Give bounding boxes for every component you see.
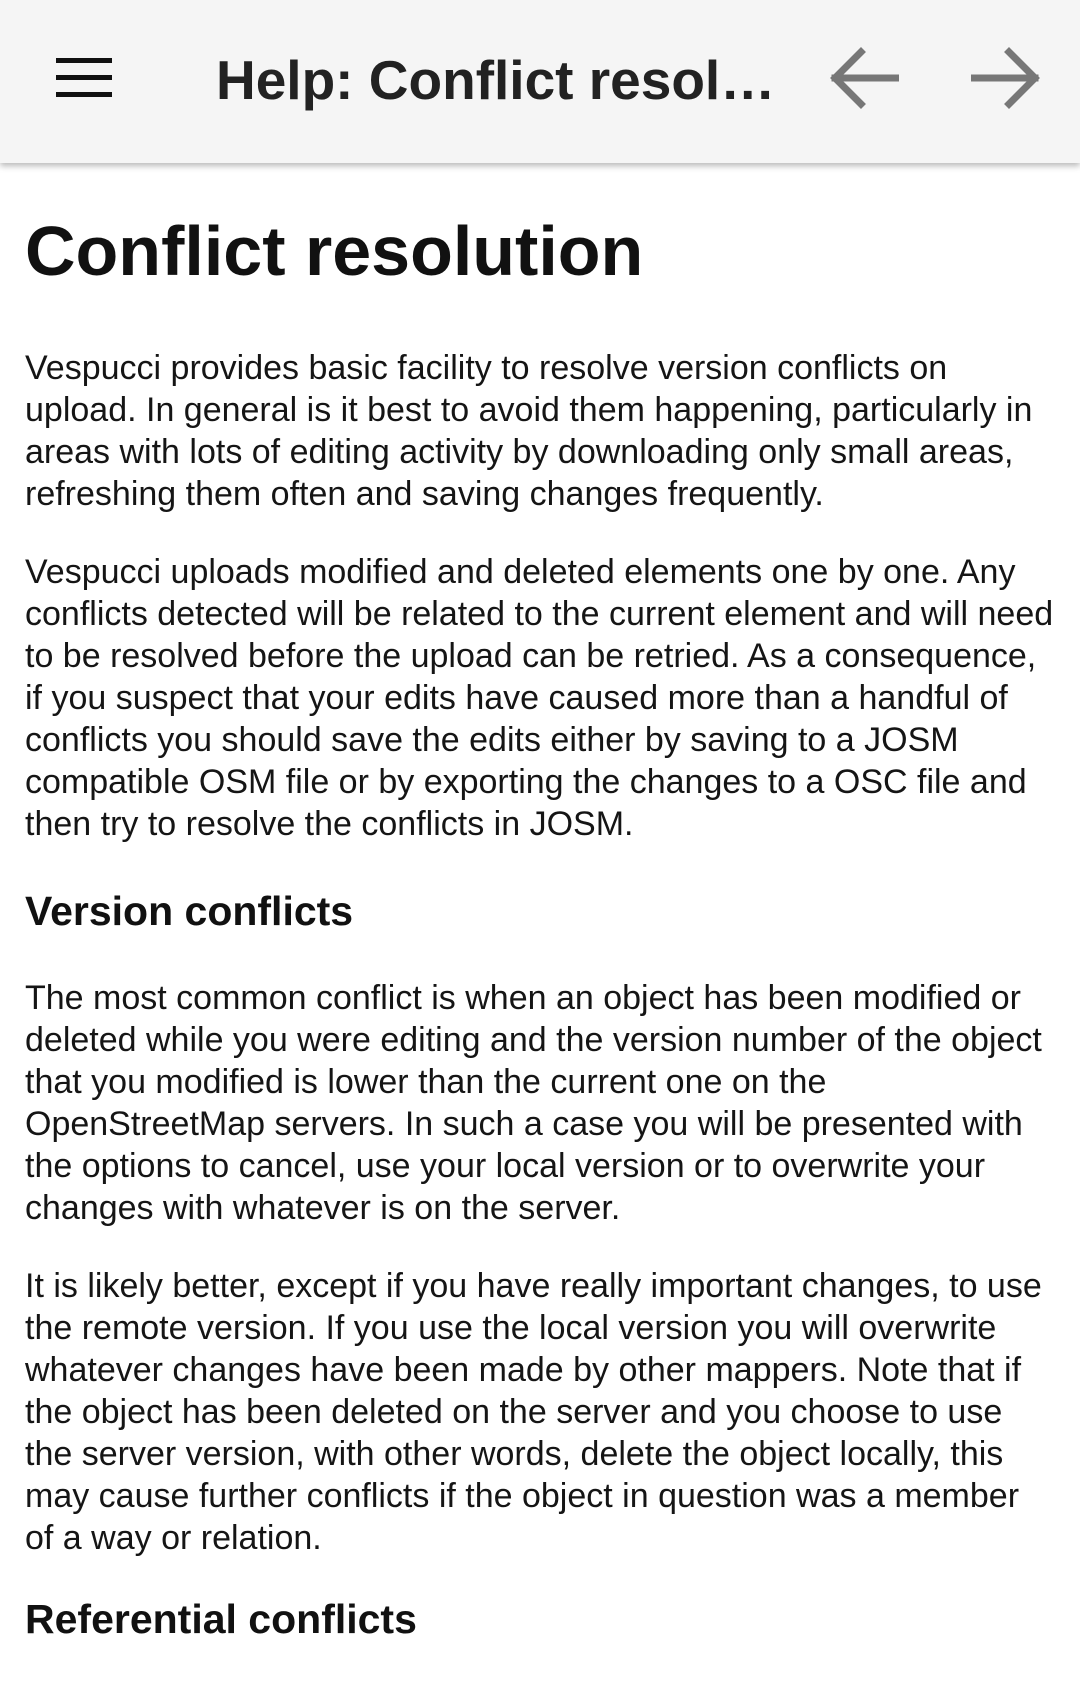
intro-paragraph: Vespucci provides basic facility to reso… <box>25 349 1033 513</box>
hamburger-menu-icon <box>56 57 112 103</box>
menu-button[interactable] <box>40 40 128 120</box>
upload-paragraph: Vespucci uploads modified and deleted el… <box>25 553 1054 843</box>
version-conflicts-heading: Version conflicts <box>25 888 354 934</box>
page-title: Help: Conflict resolution <box>216 49 776 111</box>
back-button[interactable] <box>818 38 908 122</box>
help-content[interactable]: Conflict resolution Vespucci provides ba… <box>0 163 1080 1699</box>
remote-version-paragraph: It is likely better, except if you have … <box>25 1267 1042 1557</box>
referential-conflicts-heading: Referential conflicts <box>25 1596 417 1642</box>
arrow-forward-icon <box>969 46 1043 115</box>
arrow-back-icon <box>827 46 901 115</box>
version-conflicts-paragraph: The most common conflict is when an obje… <box>25 979 1042 1227</box>
forward-button[interactable] <box>962 38 1052 122</box>
app-bar: Help: Conflict resolution <box>0 0 1080 163</box>
article-title: Conflict resolution <box>25 212 644 290</box>
